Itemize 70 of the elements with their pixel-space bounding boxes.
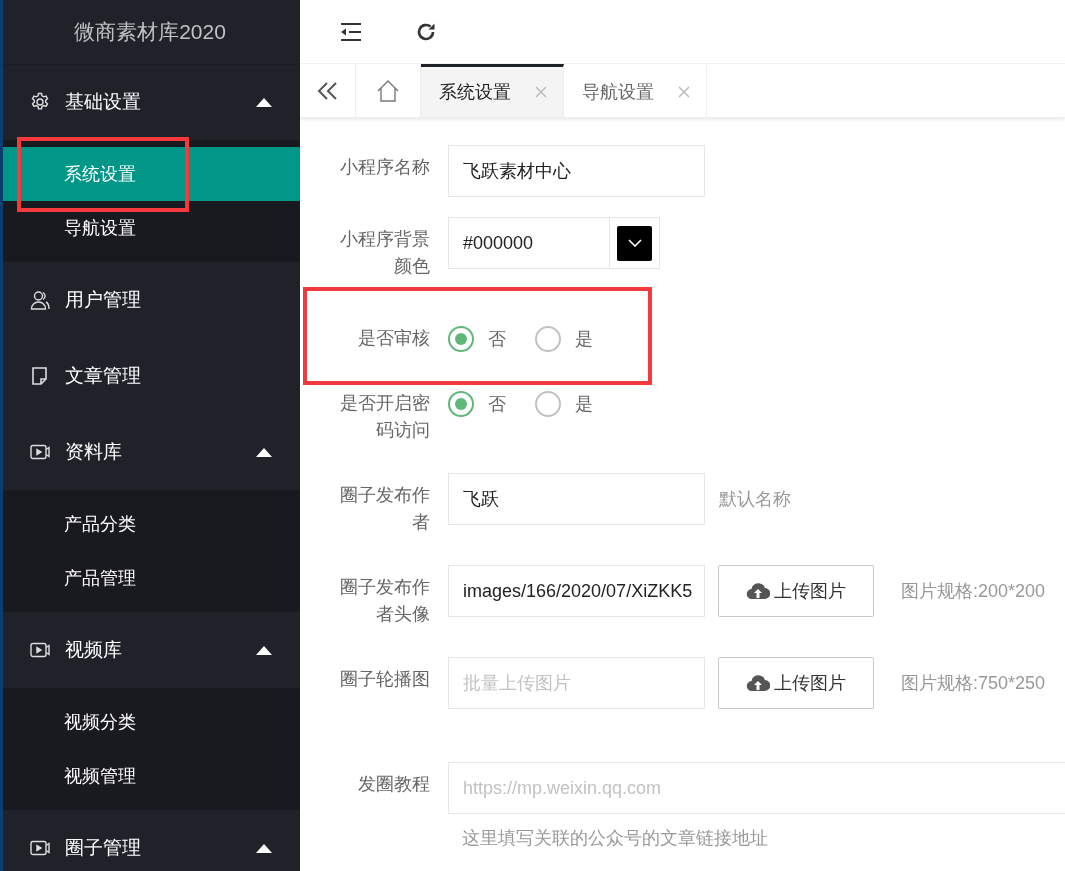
field-label: 圈子发布作者 [339, 484, 431, 534]
radio-button[interactable] [448, 390, 474, 417]
color-input-field[interactable]: #000000 [448, 217, 610, 269]
radio-button[interactable] [448, 325, 474, 352]
input-field[interactable]: 飞跃素材中心 [448, 145, 705, 197]
user-icon [30, 290, 50, 310]
menu-group[interactable]: 资料库 [3, 414, 300, 490]
upload-button[interactable]: 上传图片 [718, 565, 874, 617]
menu-label: 圈子管理 [65, 836, 142, 860]
menu-item[interactable]: 视频管理 [3, 749, 300, 803]
hint-text: 图片规格:750*250 [901, 672, 1046, 695]
field-label: 圈子发布作者头像 [339, 576, 431, 626]
tab[interactable]: 导航设置 [564, 64, 707, 117]
menu-group[interactable]: 文章管理 [3, 338, 300, 414]
app-title: 微商素材库2020 [74, 19, 226, 45]
field-label: 圈子轮播图 [339, 668, 431, 691]
radio-option[interactable]: 否 [448, 325, 506, 352]
field-label: 是否审核 [357, 327, 431, 350]
radio-button[interactable] [535, 325, 561, 352]
close-icon[interactable] [678, 86, 690, 98]
menu-label: 用户管理 [65, 288, 142, 312]
gear-icon [30, 92, 50, 112]
url-input-field[interactable]: https://mp.weixin.qq.com [448, 762, 1065, 814]
cloud-upload-icon [746, 673, 770, 693]
menu-collapse-icon[interactable] [339, 21, 363, 42]
input-field[interactable]: 飞跃 [448, 473, 705, 525]
chevron-down-icon [627, 239, 642, 247]
field-label: 是否开启密码访问 [339, 392, 431, 442]
menu-item[interactable]: 系统设置 [3, 147, 300, 201]
hint-text: 图片规格:200*200 [901, 580, 1046, 603]
input-field[interactable]: 批量上传图片 [448, 657, 705, 709]
menu-item[interactable]: 视频分类 [3, 695, 300, 749]
field-label: 小程序背景颜色 [339, 228, 431, 278]
radio-option[interactable]: 是 [535, 390, 593, 417]
menu-item[interactable]: 产品分类 [3, 497, 300, 551]
help-text: 这里填写关联的公众号的文章链接地址 [462, 827, 769, 850]
radio-label: 是 [575, 392, 593, 416]
home-icon[interactable] [376, 79, 400, 102]
radio-button[interactable] [535, 390, 561, 417]
video-icon [30, 839, 50, 857]
double-chevron-icon[interactable] [316, 80, 339, 101]
menu-group[interactable]: 视频库 [3, 612, 300, 688]
radio-label: 否 [488, 392, 506, 416]
upload-button[interactable]: 上传图片 [718, 657, 874, 709]
menu-item[interactable]: 导航设置 [3, 201, 300, 255]
field-label: 小程序名称 [339, 156, 431, 179]
radio-option[interactable]: 否 [448, 390, 506, 417]
radio-option[interactable]: 是 [535, 325, 593, 352]
hint-text: 默认名称 [719, 488, 791, 511]
menu-label: 资料库 [65, 440, 123, 464]
menu-label: 文章管理 [65, 364, 142, 388]
menu-group[interactable]: 基础设置 [3, 64, 300, 140]
menu-group[interactable]: 圈子管理 [3, 810, 300, 871]
cloud-upload-icon [746, 581, 770, 601]
radio-label: 是 [575, 327, 593, 351]
radio-label: 否 [488, 327, 506, 351]
document-icon [31, 366, 49, 386]
tab-label: 系统设置 [439, 81, 511, 104]
menu-item[interactable]: 产品管理 [3, 551, 300, 605]
video-icon [30, 443, 50, 461]
tab-label: 导航设置 [582, 81, 654, 104]
input-field[interactable]: images/166/2020/07/XiZKK5 [448, 565, 705, 617]
menu-label: 视频库 [65, 638, 123, 662]
video-icon [30, 641, 50, 659]
color-picker-button[interactable] [610, 217, 660, 269]
menu-label: 基础设置 [65, 90, 142, 114]
close-icon[interactable] [535, 86, 547, 98]
field-label: 发圈教程 [357, 773, 431, 796]
menu-group[interactable]: 用户管理 [3, 262, 300, 338]
tab[interactable]: 系统设置 [421, 64, 564, 117]
